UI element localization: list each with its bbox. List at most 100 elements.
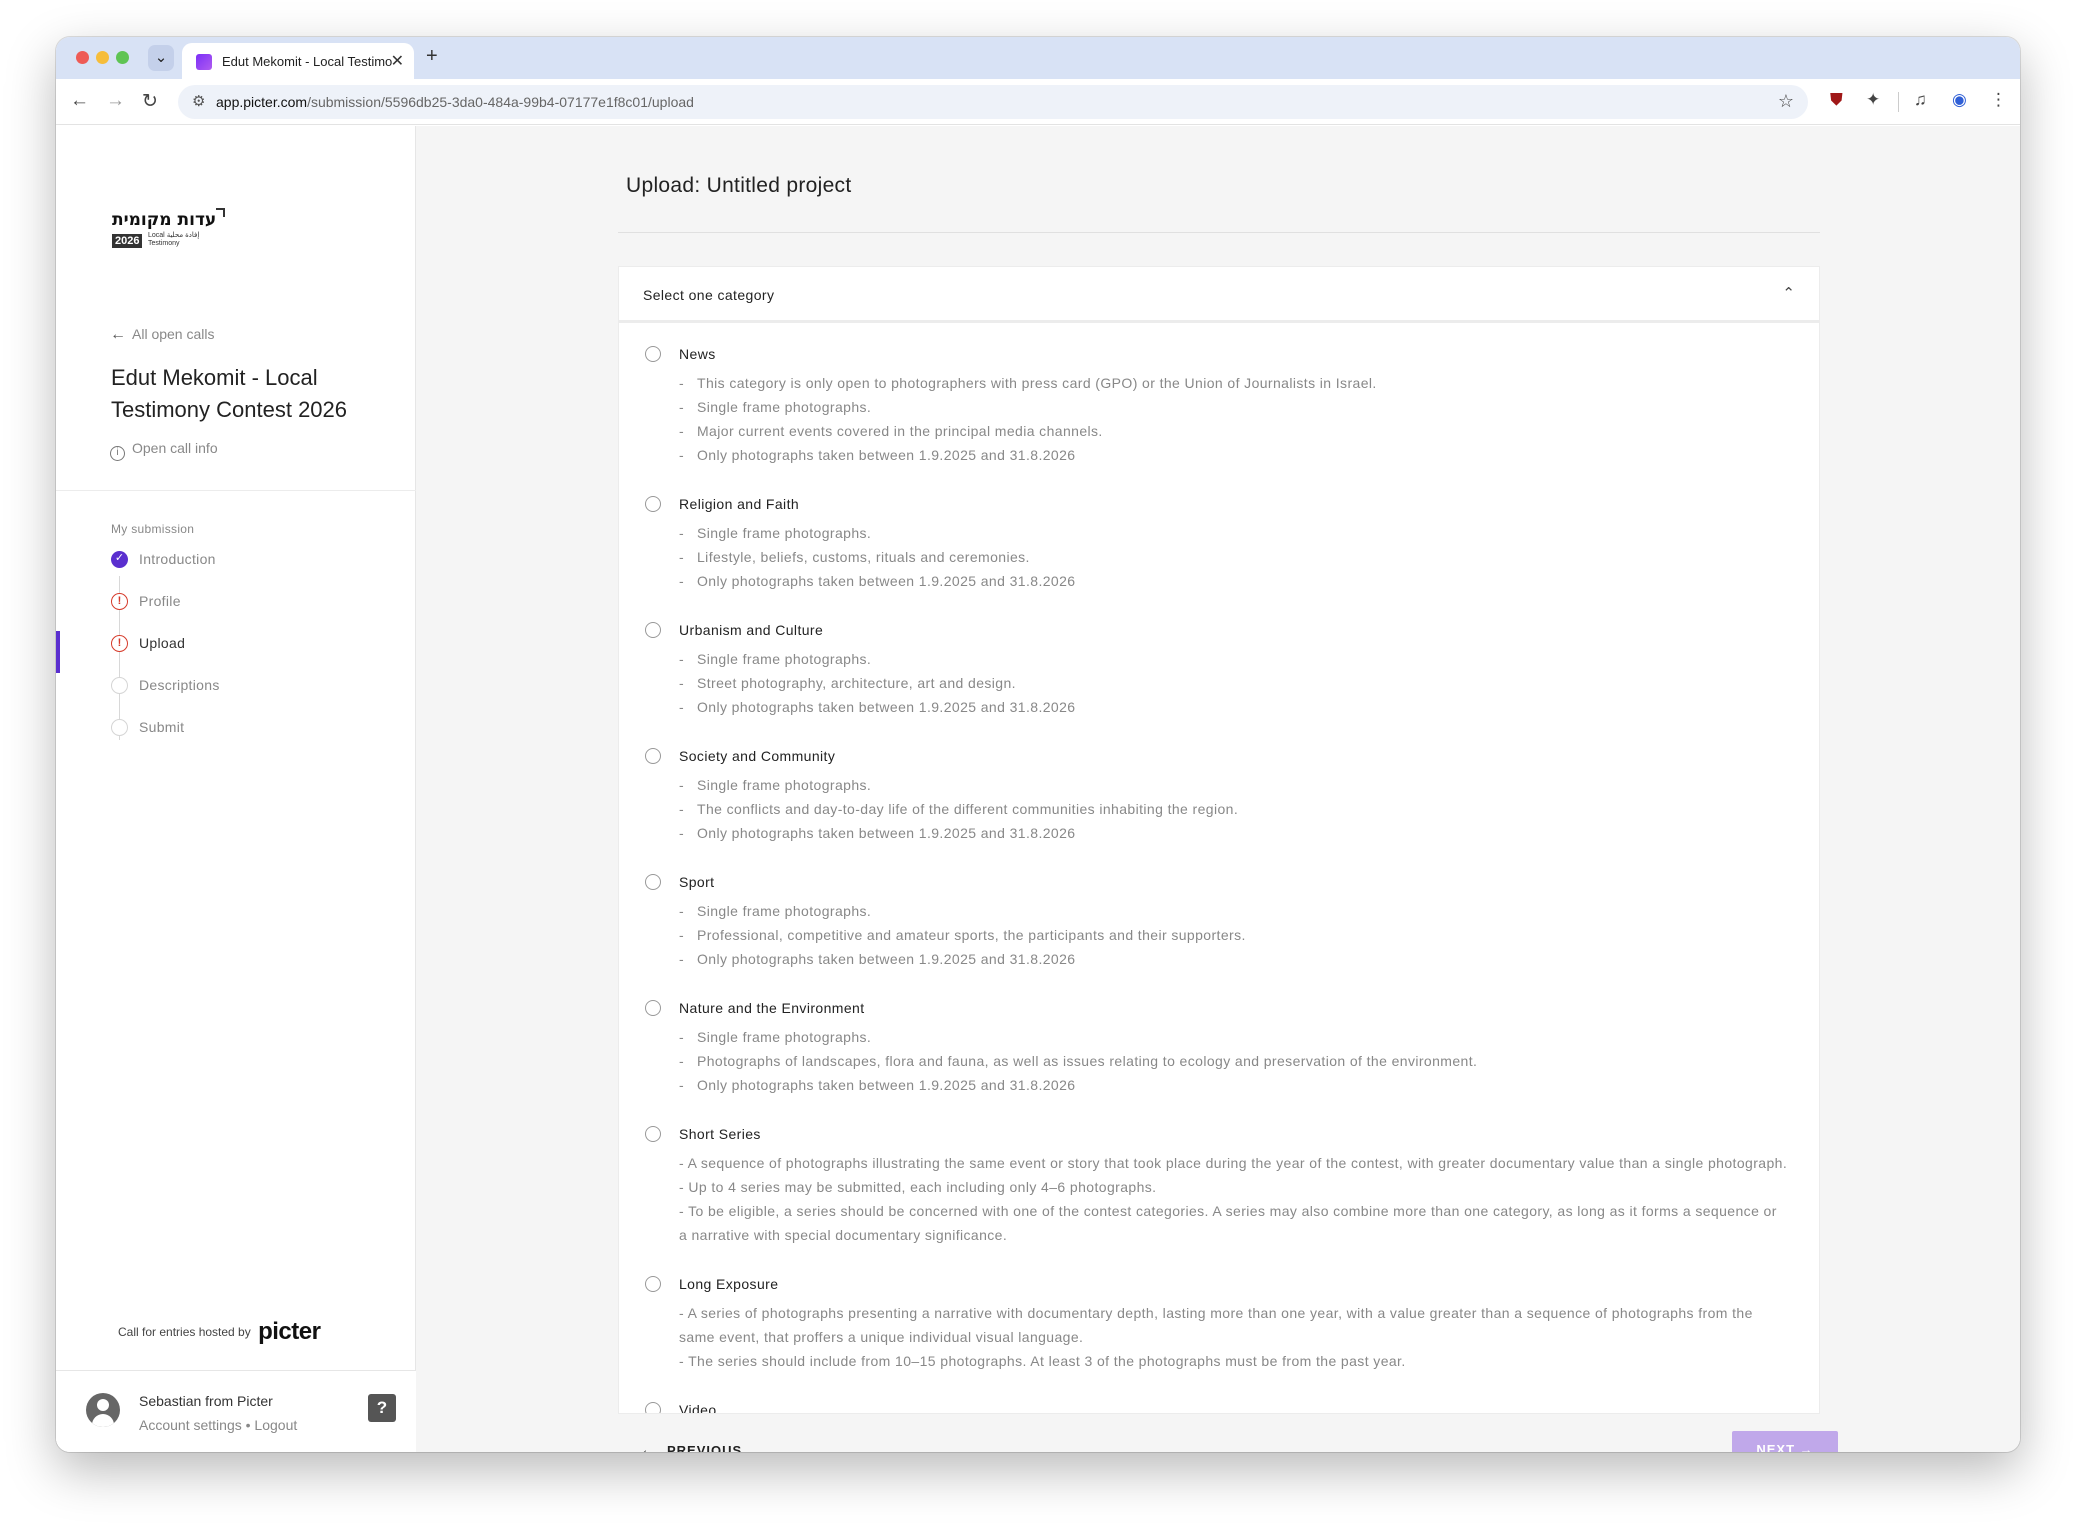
category-description-line: - A series of photographs presenting a n…: [679, 1305, 1753, 1345]
category-description-line: This category is only open to photograph…: [679, 371, 1819, 395]
category-option[interactable]: Sport Single frame photographs.Profession…: [619, 871, 1819, 971]
category-option[interactable]: Long Exposure - A series of photographs p…: [619, 1273, 1819, 1373]
favicon-icon: [196, 54, 212, 70]
category-description-line: Only photographs taken between 1.9.2025 …: [679, 569, 1819, 593]
reload-icon[interactable]: ↻: [142, 90, 158, 113]
step-label: Upload: [139, 635, 186, 651]
hosted-by[interactable]: Call for entries hosted by picter: [118, 1318, 321, 1346]
category-option[interactable]: News This category is only open to photog…: [619, 343, 1819, 467]
user-links: Account settings • Logout: [139, 1417, 297, 1433]
extension-shield-icon[interactable]: ⛊: [1830, 90, 1843, 110]
category-description-line: Single frame photographs.: [679, 395, 1819, 419]
open-call-title: Edut Mekomit - Local Testimony Contest 2…: [111, 365, 348, 422]
logo-corner-mark: [216, 208, 225, 217]
category-description-line: Single frame photographs.: [679, 1025, 1819, 1049]
empty-circle-icon: [111, 677, 128, 694]
category-panel-header[interactable]: Select one category ⌃: [619, 267, 1819, 323]
browser-tab[interactable]: Edut Mekomit - Local Testimo ✕: [182, 43, 414, 79]
close-window-button[interactable]: [76, 51, 89, 64]
bookmark-star-icon[interactable]: ☆: [1778, 91, 1794, 112]
all-open-calls-link[interactable]: ← All open calls: [110, 326, 215, 344]
chevron-up-icon[interactable]: ⌃: [1782, 284, 1795, 302]
back-arrow-icon[interactable]: ←: [70, 90, 89, 112]
radio-button[interactable]: [645, 1276, 661, 1292]
open-call-info-link[interactable]: i Open call info: [110, 440, 218, 461]
contest-logo[interactable]: עדות מקומית 2026 Local إفادة محلية Testi…: [110, 208, 230, 256]
next-button[interactable]: NEXT →: [1732, 1431, 1838, 1452]
category-label: Long Exposure: [679, 1276, 779, 1292]
category-description: Single frame photographs.Lifestyle, beli…: [679, 521, 1819, 593]
logout-link[interactable]: Logout: [254, 1417, 297, 1433]
title-divider: [618, 232, 1820, 233]
media-controls-icon[interactable]: ♫: [1914, 90, 1927, 110]
new-tab-plus-icon[interactable]: +: [426, 45, 438, 68]
arrow-right-icon: →: [1799, 1442, 1814, 1452]
sidebar: עדות מקומית 2026 Local إفادة محلية Testi…: [56, 126, 416, 1452]
category-description-line: Major current events covered in the prin…: [679, 419, 1819, 443]
radio-button[interactable]: [645, 1402, 661, 1413]
tab-bar: ⌄ Edut Mekomit - Local Testimo ✕ +: [56, 37, 2020, 79]
kebab-menu-icon[interactable]: ⋮: [1990, 90, 2007, 110]
category-description: Single frame photographs.Professional, c…: [679, 899, 1819, 971]
category-description-line: - To be eligible, a series should be con…: [679, 1203, 1777, 1243]
step-label: Descriptions: [139, 677, 220, 693]
info-icon: i: [110, 446, 125, 461]
category-option[interactable]: Society and Community Single frame photog…: [619, 745, 1819, 845]
category-option[interactable]: Short Series - A sequence of photographs …: [619, 1123, 1819, 1247]
category-description-line: - A sequence of photographs illustrating…: [679, 1155, 1788, 1171]
next-label: NEXT: [1756, 1442, 1796, 1452]
category-description: Single frame photographs.The conflicts a…: [679, 773, 1819, 845]
category-option[interactable]: Religion and Faith Single frame photograp…: [619, 493, 1819, 593]
category-description-line: Single frame photographs.: [679, 521, 1819, 545]
category-panel-heading: Select one category: [643, 287, 775, 303]
help-button[interactable]: ?: [368, 1394, 396, 1422]
open-call-info-label: Open call info: [132, 440, 218, 456]
hosted-by-text: Call for entries hosted by: [118, 1325, 251, 1339]
category-description-line: Only photographs taken between 1.9.2025 …: [679, 947, 1819, 971]
page-title: Upload: Untitled project: [626, 174, 852, 197]
address-bar[interactable]: ⚙ app.picter.com/submission/5596db25-3da…: [178, 85, 1808, 119]
category-option[interactable]: Video: [619, 1399, 1819, 1413]
radio-button[interactable]: [645, 622, 661, 638]
radio-button[interactable]: [645, 1126, 661, 1142]
category-description-line: Single frame photographs.: [679, 899, 1819, 923]
minimize-window-button[interactable]: [96, 51, 109, 64]
profile-icon[interactable]: ◉: [1952, 90, 1967, 110]
category-description-line: Street photography, architecture, art an…: [679, 671, 1819, 695]
category-label: News: [679, 346, 716, 362]
user-name: Sebastian from Picter: [139, 1393, 273, 1409]
check-icon: ✓: [111, 551, 128, 568]
radio-button[interactable]: [645, 874, 661, 890]
category-description-line: - The series should include from 10–15 p…: [679, 1353, 1406, 1369]
logo-hebrew-text: עדות מקומית: [112, 210, 217, 230]
extensions-puzzle-icon[interactable]: ✦: [1866, 90, 1880, 110]
user-bar: Sebastian from Picter Account settings •…: [56, 1370, 416, 1452]
step-label: Profile: [139, 593, 181, 609]
radio-button[interactable]: [645, 1000, 661, 1016]
radio-button[interactable]: [645, 496, 661, 512]
category-options: News This category is only open to photog…: [619, 343, 1819, 1413]
category-label: Religion and Faith: [679, 496, 800, 512]
category-option[interactable]: Urbanism and Culture Single frame photogr…: [619, 619, 1819, 719]
category-label: Urbanism and Culture: [679, 622, 824, 638]
empty-circle-icon: [111, 719, 128, 736]
avatar[interactable]: [86, 1393, 120, 1427]
category-description: - A sequence of photographs illustrating…: [679, 1151, 1819, 1247]
tab-close-icon[interactable]: ✕: [391, 51, 404, 71]
tab-title: Edut Mekomit - Local Testimo: [222, 54, 392, 69]
category-option[interactable]: Nature and the Environment Single frame p…: [619, 997, 1819, 1097]
back-arrow-icon: ←: [110, 326, 126, 343]
site-settings-icon[interactable]: ⚙: [192, 92, 205, 110]
toolbar-divider: [1898, 92, 1899, 112]
category-description-line: Only photographs taken between 1.9.2025 …: [679, 1073, 1819, 1097]
forward-arrow-icon[interactable]: →: [106, 90, 125, 112]
category-description-line: The conflicts and day-to-day life of the…: [679, 797, 1819, 821]
step-label: Submit: [139, 719, 185, 735]
url-text[interactable]: app.picter.com/submission/5596db25-3da0-…: [216, 94, 694, 110]
account-settings-link[interactable]: Account settings: [139, 1417, 242, 1433]
maximize-window-button[interactable]: [116, 51, 129, 64]
tab-search-chevron-icon[interactable]: ⌄: [148, 45, 174, 71]
radio-button[interactable]: [645, 748, 661, 764]
previous-button[interactable]: ← PREVIOUS: [640, 1442, 742, 1452]
radio-button[interactable]: [645, 346, 661, 362]
